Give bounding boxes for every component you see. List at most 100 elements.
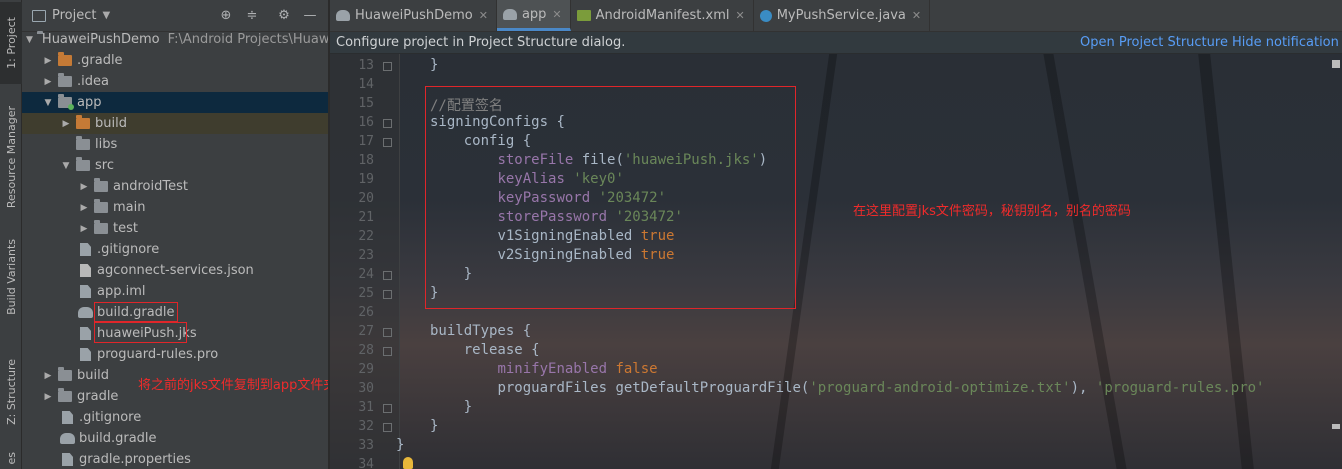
fold-marker[interactable]	[383, 328, 392, 337]
line-number: 14	[358, 77, 374, 92]
open-project-structure-link[interactable]: Open Project Structure	[1080, 35, 1228, 50]
line-number: 32	[358, 419, 374, 434]
tab-mypushservice[interactable]: MyPushService.java ✕	[754, 0, 931, 31]
tree-item-app-iml[interactable]: app.iml	[22, 281, 328, 302]
tree-item-label: proguard-rules.pro	[97, 347, 219, 362]
tree-item-label: src	[95, 158, 114, 173]
expand-arrow-icon[interactable]: ▶	[78, 224, 90, 234]
folder-icon	[94, 220, 108, 234]
notification-message: Configure project in Project Structure d…	[336, 35, 626, 50]
line-number: 26	[358, 305, 374, 320]
project-view-icon	[32, 9, 46, 22]
tree-item-androidtest[interactable]: ▶ androidTest	[22, 176, 328, 197]
line-number: 33	[358, 438, 374, 453]
expand-arrow-icon[interactable]: ▶	[42, 392, 54, 402]
settings-icon[interactable]: ⚙	[276, 8, 292, 24]
json-file-icon	[80, 264, 91, 277]
fold-marker[interactable]	[383, 347, 392, 356]
close-icon[interactable]: ✕	[912, 9, 921, 22]
tree-item-root-gitignore[interactable]: .gitignore	[22, 407, 328, 428]
tree-item-label: app	[77, 95, 102, 110]
tree-item-label: .gitignore	[97, 242, 160, 257]
resource-manager-tab[interactable]: Resource Manager	[0, 96, 22, 218]
target-icon[interactable]: ⊕	[218, 8, 234, 24]
close-icon[interactable]: ✕	[479, 9, 488, 22]
tree-item-agconnect[interactable]: agconnect-services.json	[22, 260, 328, 281]
scrollbar-marker[interactable]	[1332, 424, 1340, 429]
tree-item-gradle-properties[interactable]: gradle.properties	[22, 449, 328, 469]
tree-item-label: gradle.properties	[79, 452, 191, 467]
line-number: 18	[358, 153, 374, 168]
highlight-box-jks	[94, 322, 187, 343]
code-line: minifyEnabled false	[497, 361, 658, 377]
fold-marker[interactable]	[383, 138, 392, 147]
tab-huaweipushdemo[interactable]: HuaweiPushDemo ✕	[330, 0, 497, 31]
tab-label: AndroidManifest.xml	[595, 8, 730, 23]
tab-app[interactable]: app ✕	[496, 0, 571, 31]
fold-marker[interactable]	[383, 290, 392, 299]
background-stripe	[1198, 54, 1254, 469]
tree-item-app-build[interactable]: ▶ build	[22, 113, 328, 134]
tree-item-idea[interactable]: ▶ .idea	[22, 71, 328, 92]
lightbulb-icon[interactable]	[403, 457, 413, 469]
xml-icon	[576, 10, 591, 21]
line-number: 20	[358, 191, 374, 206]
editor-gutter: 13 14 15 16 17 18 19 20 21 22 23 24 25 2…	[330, 54, 400, 469]
hide-icon[interactable]: —	[302, 8, 318, 24]
fold-marker[interactable]	[383, 62, 392, 71]
tree-item-test[interactable]: ▶ test	[22, 218, 328, 239]
background-stripe	[1043, 54, 1127, 469]
expand-arrow-icon[interactable]: ▼	[60, 161, 72, 171]
project-tool-tab[interactable]: 1: Project	[0, 2, 22, 84]
line-number: 24	[358, 267, 374, 282]
tree-item-proguard[interactable]: proguard-rules.pro	[22, 344, 328, 365]
expand-arrow-icon[interactable]: ▶	[42, 77, 54, 87]
tree-item-gitignore[interactable]: .gitignore	[22, 239, 328, 260]
tree-item-label: app.iml	[97, 284, 146, 299]
tab-androidmanifest[interactable]: AndroidManifest.xml ✕	[571, 0, 754, 31]
tree-item-root[interactable]: ▼ HuaweiPushDemo F:\Android Projects\Hua…	[22, 29, 328, 50]
tree-item-main[interactable]: ▶ main	[22, 197, 328, 218]
fold-marker[interactable]	[383, 271, 392, 280]
code-line: release {	[463, 342, 540, 358]
expand-arrow-icon[interactable]: ▼	[42, 98, 54, 108]
expand-arrow-icon[interactable]: ▼	[26, 35, 33, 45]
code-line: }	[430, 418, 439, 434]
expand-arrow-icon[interactable]: ▶	[42, 56, 54, 66]
build-variants-tab[interactable]: Build Variants	[0, 236, 22, 318]
structure-tab-label: Z: Structure	[4, 359, 18, 425]
code-editor[interactable]: 13 14 15 16 17 18 19 20 21 22 23 24 25 2…	[330, 54, 1342, 469]
fold-marker[interactable]	[383, 423, 392, 432]
project-panel: Project ▼ ⊕ ≑ ⚙ — ▼ HuaweiPushDemo F:\An…	[22, 0, 328, 469]
java-class-icon	[759, 9, 772, 22]
line-number: 31	[358, 400, 374, 415]
expand-arrow-icon[interactable]: ▶	[60, 119, 72, 129]
collapse-icon[interactable]: ≑	[244, 8, 260, 24]
fold-marker[interactable]	[383, 404, 392, 413]
project-view-selector[interactable]: Project	[52, 8, 96, 23]
tree-item-app[interactable]: ▼ app	[22, 92, 328, 113]
bottom-tool-tab[interactable]: es	[0, 448, 22, 469]
tree-item-root-build-gradle[interactable]: build.gradle	[22, 428, 328, 449]
chevron-down-icon[interactable]: ▼	[102, 10, 110, 21]
tree-item-libs[interactable]: libs	[22, 134, 328, 155]
tree-item-label: gradle	[77, 389, 119, 404]
hide-notification-link[interactable]: Hide notification	[1232, 35, 1339, 50]
tree-item-label: build	[95, 116, 127, 131]
folder-icon	[94, 178, 108, 192]
expand-arrow-icon[interactable]: ▶	[78, 203, 90, 213]
close-icon[interactable]: ✕	[552, 8, 561, 21]
tree-item-gradle-dir[interactable]: ▶ .gradle	[22, 50, 328, 71]
expand-arrow-icon[interactable]: ▶	[78, 182, 90, 192]
structure-tab[interactable]: Z: Structure	[0, 346, 22, 438]
close-icon[interactable]: ✕	[735, 9, 744, 22]
scrollbar-marker[interactable]	[1332, 60, 1340, 68]
code-line: }	[396, 437, 405, 453]
expand-arrow-icon[interactable]: ▶	[42, 371, 54, 381]
gradle-icon	[336, 10, 350, 21]
line-number: 13	[358, 58, 374, 73]
folder-icon	[76, 157, 90, 171]
fold-marker[interactable]	[383, 119, 392, 128]
tree-item-src[interactable]: ▼ src	[22, 155, 328, 176]
line-number: 30	[358, 381, 374, 396]
